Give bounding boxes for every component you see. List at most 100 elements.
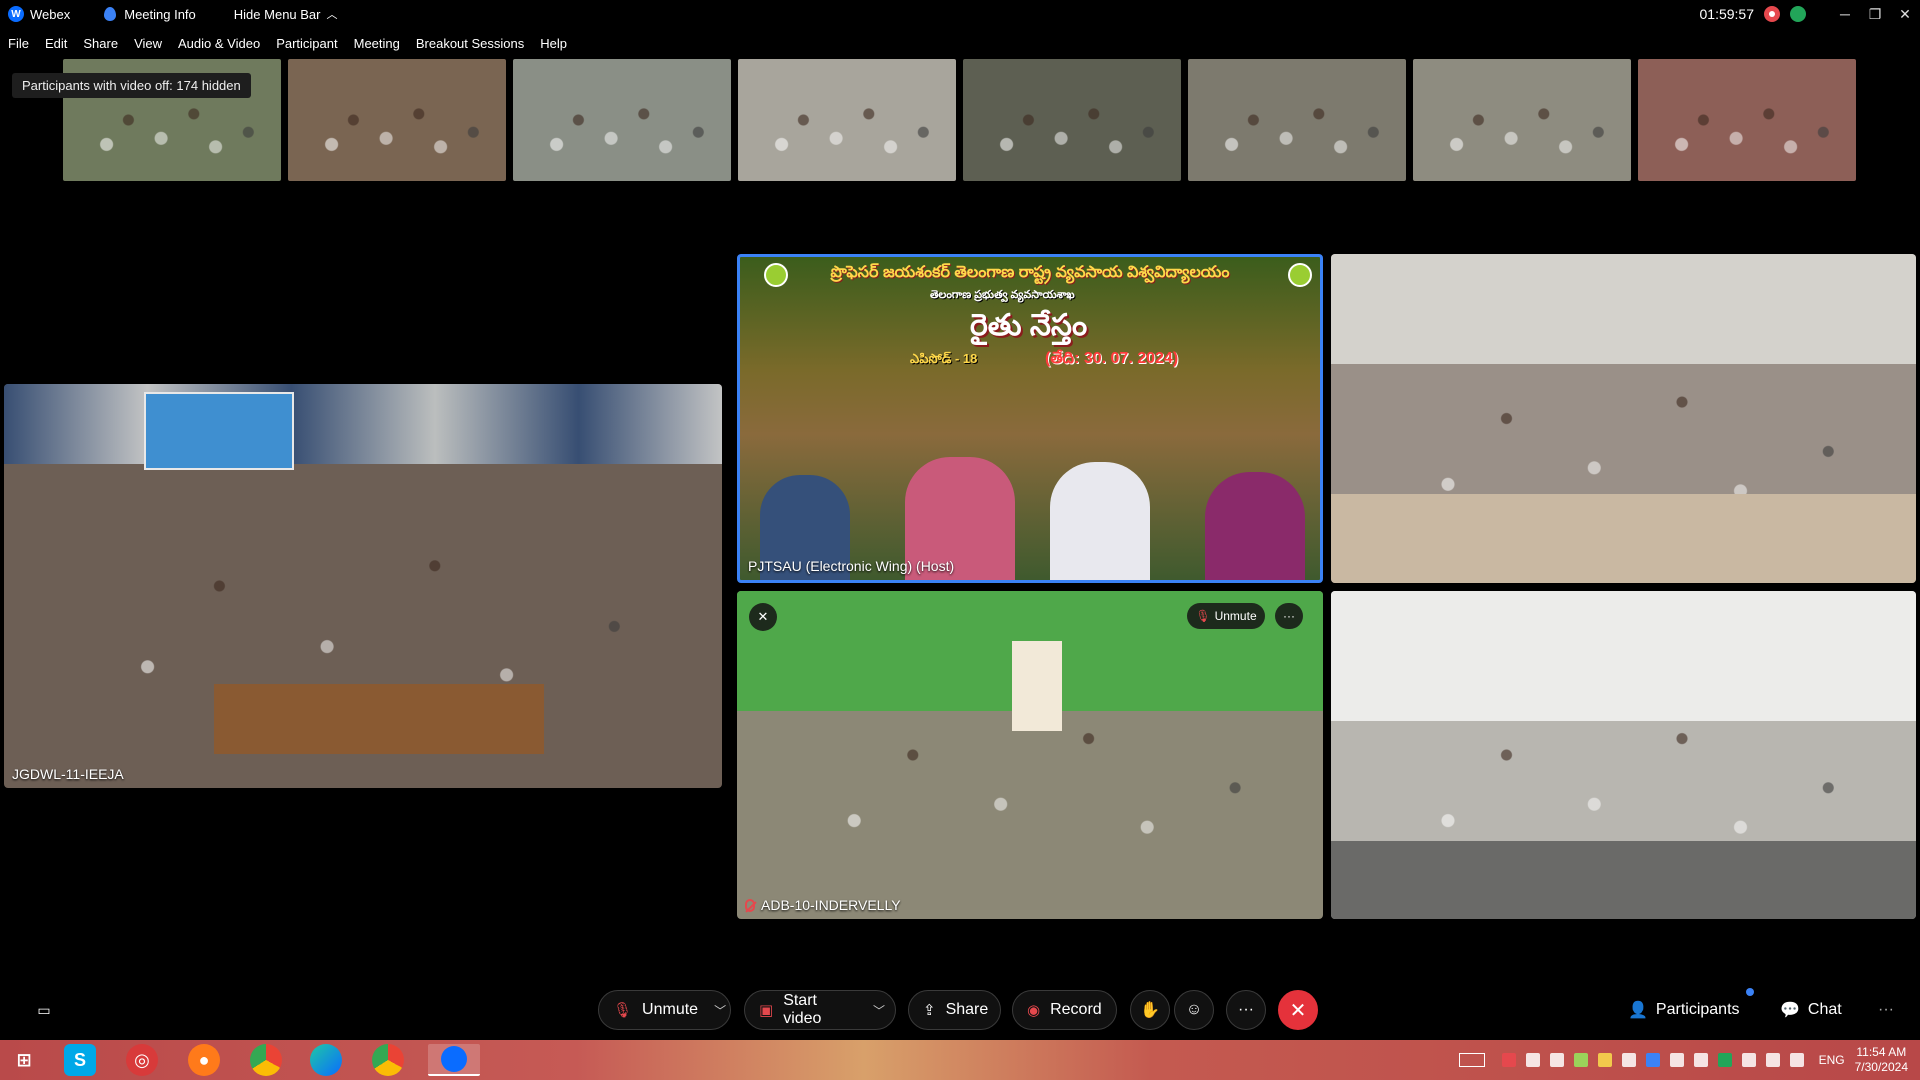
participant-thumbnail[interactable] xyxy=(288,59,506,181)
participants-label: Participants xyxy=(1655,1001,1740,1018)
tray-icon[interactable] xyxy=(1573,1053,1588,1067)
hide-menu-bar-button[interactable]: Hide Menu Bar ︿ xyxy=(234,6,338,22)
captions-icon: ▭ xyxy=(37,1001,51,1018)
shield-icon xyxy=(104,7,117,21)
chevron-up-icon: ︿ xyxy=(326,9,338,21)
menu-meeting[interactable]: Meeting xyxy=(354,36,400,51)
reactions-button[interactable]: ☺ xyxy=(1174,990,1214,1030)
video-tile-adb[interactable]: ✕ 🎙 Unmute ··· ADB-10-INDERVELLY xyxy=(737,591,1323,919)
banner-board xyxy=(144,392,294,470)
participant-thumbnail[interactable] xyxy=(963,59,1181,181)
titlebar-right: 01:59:57 ─ ❐ ✕ xyxy=(1700,0,1920,28)
video-tile-jgdwl[interactable]: JGDWL-11-IEEJA xyxy=(4,384,722,788)
tray-icon[interactable] xyxy=(1597,1053,1612,1067)
participant-thumbnail[interactable] xyxy=(1188,59,1406,181)
close-icon[interactable]: ✕ xyxy=(1890,6,1920,23)
hand-icon: ✋ xyxy=(1140,1002,1160,1019)
volume-icon[interactable] xyxy=(1765,1053,1780,1067)
menu-file[interactable]: File xyxy=(8,36,29,51)
unmute-button[interactable]: 🎙 Unmute ﹀ xyxy=(598,990,731,1030)
front-desk xyxy=(1331,841,1916,919)
tray-icon[interactable] xyxy=(1549,1053,1564,1067)
menu-edit[interactable]: Edit xyxy=(45,36,67,51)
raise-hand-button[interactable]: ✋ xyxy=(1130,990,1170,1030)
taskbar: ⊞ S ◎ ● ENG 11:54 AM 7/30/2024 xyxy=(0,1040,1920,1080)
tray-icon[interactable] xyxy=(1669,1053,1684,1067)
unmute-label: Unmute xyxy=(642,1001,699,1018)
chat-label: Chat xyxy=(1807,1001,1842,1018)
meeting-info-label: Meeting Info xyxy=(124,6,196,22)
captions-button[interactable]: ▭ xyxy=(24,990,64,1030)
menu-view[interactable]: View xyxy=(134,36,162,51)
share-label: Share xyxy=(945,1001,989,1018)
video-tile-hall[interactable] xyxy=(1331,254,1916,583)
system-tray: ENG 11:54 AM 7/30/2024 xyxy=(1458,1040,1920,1080)
menu-share[interactable]: Share xyxy=(83,36,118,51)
tray-icon[interactable] xyxy=(1717,1053,1732,1067)
menu-bar: File Edit Share View Audio & Video Parti… xyxy=(0,33,575,53)
tray-icon[interactable] xyxy=(1621,1053,1636,1067)
flag-icon[interactable] xyxy=(1741,1053,1756,1067)
record-button[interactable]: ◉ Record xyxy=(1012,990,1117,1030)
app-name: Webex xyxy=(30,6,71,22)
meeting-info-button[interactable]: Meeting Info xyxy=(104,7,196,22)
restore-icon[interactable]: ❐ xyxy=(1860,6,1890,23)
more-icon: ··· xyxy=(1283,609,1295,623)
menu-help[interactable]: Help xyxy=(540,36,567,51)
firefox-icon[interactable]: ● xyxy=(188,1044,220,1076)
smiley-icon: ☺ xyxy=(1185,1001,1203,1018)
taskbar-clock[interactable]: 11:54 AM 7/30/2024 xyxy=(1855,1045,1908,1075)
skype-icon[interactable]: S xyxy=(64,1044,96,1076)
doorway xyxy=(1012,641,1062,731)
share-button[interactable]: ⇪ Share xyxy=(908,990,1001,1030)
app-icon[interactable]: ◎ xyxy=(126,1044,158,1076)
overflow-button[interactable]: ··· xyxy=(1878,990,1894,1030)
tile-unmute-button[interactable]: 🎙 Unmute xyxy=(1187,603,1265,629)
video-tile-conference[interactable] xyxy=(1331,591,1916,919)
participants-button[interactable]: 👤 Participants xyxy=(1628,990,1740,1030)
network-icon[interactable] xyxy=(1789,1053,1804,1067)
more-icon: ··· xyxy=(1238,1001,1254,1018)
chevron-down-icon[interactable]: ﹀ xyxy=(714,1002,726,1019)
window-frame xyxy=(4,384,722,464)
participant-thumbnail[interactable] xyxy=(513,59,731,181)
record-icon: ◉ xyxy=(1027,1002,1041,1019)
webex-taskbar-icon[interactable] xyxy=(428,1044,480,1076)
pin-button[interactable]: ✕ xyxy=(749,603,777,631)
meeting-timer: 01:59:57 xyxy=(1699,6,1755,22)
chat-icon: 💬 xyxy=(1780,1002,1800,1019)
tile-more-button[interactable]: ··· xyxy=(1275,603,1303,629)
recording-icon[interactable] xyxy=(1764,6,1780,22)
keyboard-icon[interactable] xyxy=(1458,1053,1485,1067)
menu-audio-video[interactable]: Audio & Video xyxy=(178,36,260,51)
banner-date: (తేది: 30. 07. 2024) xyxy=(1045,350,1179,367)
participant-thumbnail[interactable] xyxy=(1638,59,1856,181)
more-options-button[interactable]: ··· xyxy=(1226,990,1266,1030)
signal-icon[interactable] xyxy=(1693,1053,1708,1067)
start-video-button[interactable]: ▣ Start video ﹀ xyxy=(744,990,896,1030)
chrome-icon[interactable] xyxy=(250,1044,282,1076)
participant-thumbnail[interactable] xyxy=(1413,59,1631,181)
menu-participant[interactable]: Participant xyxy=(276,36,337,51)
tray-icon[interactable] xyxy=(1525,1053,1540,1067)
banner-episode: ఎపిసోడ్ - 18 xyxy=(910,351,978,366)
banner-subtitle: తెలంగాణ ప్రభుత్వ వ్యవసాయశాఖ xyxy=(930,289,1075,301)
video-tile-host[interactable]: ప్రొఫెసర్ జయశంకర్ తెలంగాణ రాష్ట్ర వ్యవసా… xyxy=(737,254,1323,583)
windows-start-icon[interactable]: ⊞ xyxy=(8,1044,40,1076)
webex-logo-icon: W xyxy=(8,6,24,22)
end-call-button[interactable]: ✕ xyxy=(1278,990,1318,1030)
video-off-icon: ▣ xyxy=(759,1002,774,1019)
network-status-icon[interactable] xyxy=(1790,6,1806,22)
chrome-profile-icon[interactable] xyxy=(372,1044,404,1076)
tray-icon[interactable] xyxy=(1645,1053,1660,1067)
tile-unmute-label: Unmute xyxy=(1214,609,1257,623)
minimize-icon[interactable]: ─ xyxy=(1830,6,1860,22)
participant-thumbnail[interactable] xyxy=(738,59,956,181)
overflow-icon: ··· xyxy=(1878,1001,1894,1018)
language-indicator[interactable]: ENG xyxy=(1819,1053,1845,1067)
chevron-down-icon[interactable]: ﹀ xyxy=(873,1002,885,1019)
edge-icon[interactable] xyxy=(310,1044,342,1076)
menu-breakout-sessions[interactable]: Breakout Sessions xyxy=(416,36,524,51)
chat-button[interactable]: 💬 Chat xyxy=(1780,990,1842,1030)
tray-icon[interactable] xyxy=(1501,1053,1516,1067)
